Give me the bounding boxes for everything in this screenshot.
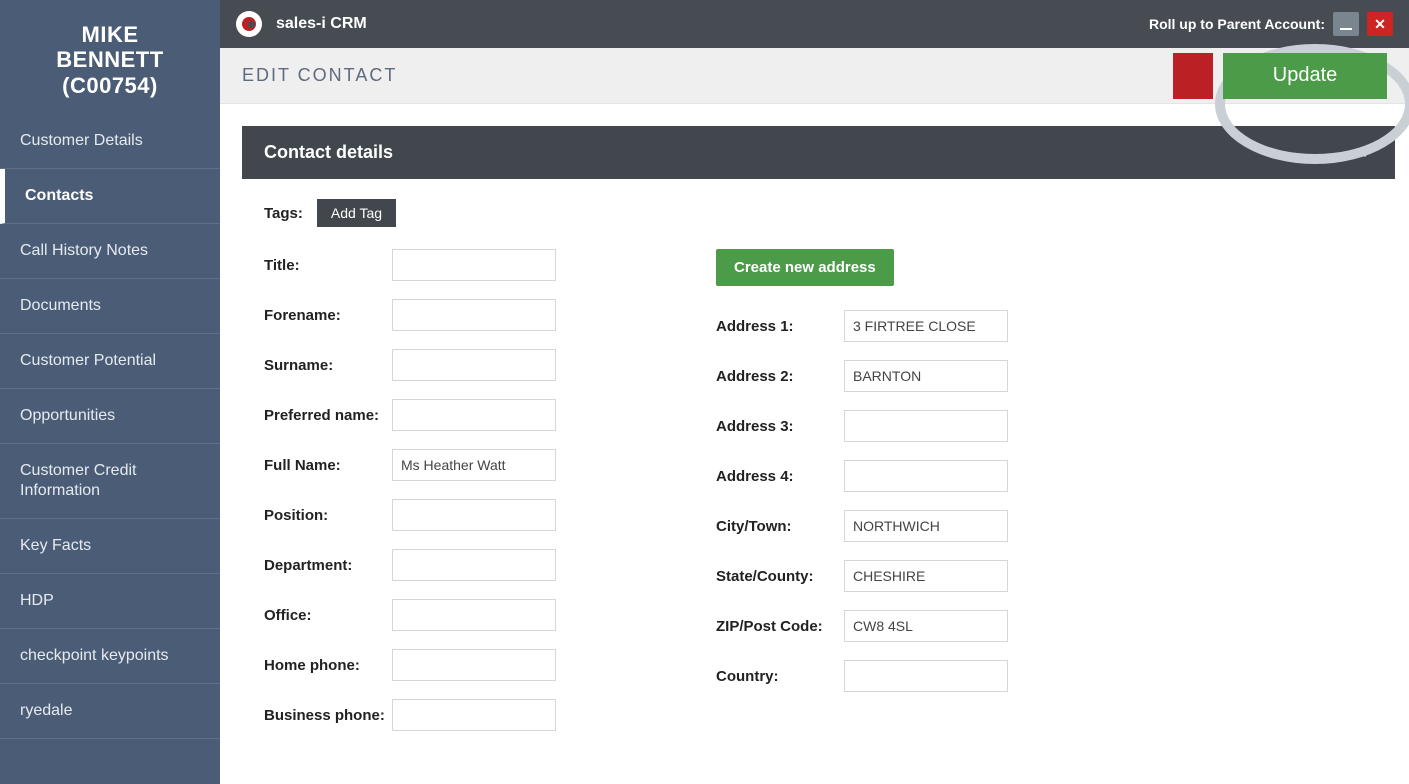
sidebar-item[interactable]: HDP <box>0 574 220 629</box>
text-input[interactable] <box>392 549 556 581</box>
sidebar: MIKE BENNETT (C00754) Customer DetailsCo… <box>0 0 220 784</box>
text-input[interactable] <box>392 699 556 731</box>
form-row: Title: <box>264 249 556 281</box>
field-label: Preferred name: <box>264 407 392 424</box>
field-label: Address 3: <box>716 418 844 435</box>
main-content: sales-i CRM Roll up to Parent Account: ✕… <box>220 0 1409 784</box>
form-row: Address 3: <box>716 410 1008 442</box>
sidebar-header: MIKE BENNETT (C00754) <box>0 0 220 108</box>
form-row: Country: <box>716 660 1008 692</box>
section-title: Contact details <box>264 142 393 163</box>
form-row: Office: <box>264 599 556 631</box>
section-header-contact-details[interactable]: Contact details <box>242 126 1395 179</box>
text-input[interactable] <box>392 599 556 631</box>
form-column-contact: Title: Forename: Surname: Preferred name: Fu… <box>264 249 556 731</box>
text-input[interactable] <box>392 399 556 431</box>
field-label: State/County: <box>716 568 844 585</box>
field-label: Office: <box>264 607 392 624</box>
text-input <box>844 510 1008 542</box>
sidebar-item[interactable]: checkpoint keypoints <box>0 629 220 684</box>
text-input[interactable] <box>392 649 556 681</box>
sidebar-item[interactable]: Customer Credit Information <box>0 444 220 519</box>
field-label: Address 1: <box>716 318 844 335</box>
sidebar-item[interactable]: Opportunities <box>0 389 220 444</box>
app-title: sales-i CRM <box>276 15 367 33</box>
field-label: City/Town: <box>716 518 844 535</box>
app-logo-icon <box>236 11 262 37</box>
panel-body: Tags: Add Tag Title: Forename: Surname: Pre… <box>242 179 1395 771</box>
sidebar-item[interactable]: Customer Potential <box>0 334 220 389</box>
form-row: Forename: <box>264 299 556 331</box>
text-input <box>844 360 1008 392</box>
create-address-button[interactable]: Create new address <box>716 249 894 286</box>
text-input <box>844 310 1008 342</box>
text-input <box>844 660 1008 692</box>
field-label: Position: <box>264 507 392 524</box>
form-row: ZIP/Post Code: <box>716 610 1008 642</box>
field-label: Surname: <box>264 357 392 374</box>
form-row: Department: <box>264 549 556 581</box>
field-label: Full Name: <box>264 457 392 474</box>
field-label: Address 4: <box>716 468 844 485</box>
form-row: Address 2: <box>716 360 1008 392</box>
sidebar-item[interactable]: Key Facts <box>0 519 220 574</box>
form-column-address: Create new address Address 1: Address 2: A… <box>716 249 1008 731</box>
form-row: Home phone: <box>264 649 556 681</box>
field-label: Home phone: <box>264 657 392 674</box>
sidebar-item[interactable]: Call History Notes <box>0 224 220 279</box>
customer-id: (C00754) <box>10 73 210 98</box>
text-input <box>844 460 1008 492</box>
form-row: Business phone: <box>264 699 556 731</box>
form-row: Address 1: <box>716 310 1008 342</box>
text-input <box>844 610 1008 642</box>
form-row: City/Town: <box>716 510 1008 542</box>
sidebar-item[interactable]: Documents <box>0 279 220 334</box>
close-button[interactable]: ✕ <box>1367 12 1393 36</box>
chevron-down-icon <box>1357 148 1373 157</box>
text-input[interactable] <box>392 299 556 331</box>
text-input[interactable] <box>392 499 556 531</box>
sidebar-nav: Customer DetailsContactsCall History Not… <box>0 108 220 759</box>
form-row: State/County: <box>716 560 1008 592</box>
update-button[interactable]: Update <box>1223 53 1387 99</box>
form-row: Preferred name: <box>264 399 556 431</box>
text-input <box>844 410 1008 442</box>
text-input <box>392 449 556 481</box>
form-row: Surname: <box>264 349 556 381</box>
form-row: Full Name: <box>264 449 556 481</box>
sidebar-item[interactable]: Contacts <box>0 169 220 224</box>
add-tag-button[interactable]: Add Tag <box>317 199 396 227</box>
form-row: Position: <box>264 499 556 531</box>
delete-button[interactable] <box>1173 53 1213 99</box>
customer-name-line1: MIKE <box>10 22 210 47</box>
form-row: Address 4: <box>716 460 1008 492</box>
tags-label: Tags: <box>264 205 303 222</box>
field-label: Forename: <box>264 307 392 324</box>
sidebar-item[interactable]: ryedale <box>0 684 220 739</box>
field-label: Department: <box>264 557 392 574</box>
text-input <box>844 560 1008 592</box>
editbar: EDIT CONTACT Update <box>220 48 1409 104</box>
rollup-label: Roll up to Parent Account: <box>1149 16 1325 32</box>
text-input[interactable] <box>392 249 556 281</box>
field-label: Country: <box>716 668 844 685</box>
text-input[interactable] <box>392 349 556 381</box>
field-label: Address 2: <box>716 368 844 385</box>
field-label: ZIP/Post Code: <box>716 618 844 635</box>
topbar: sales-i CRM Roll up to Parent Account: ✕ <box>220 0 1409 48</box>
customer-name-line2: BENNETT <box>10 47 210 72</box>
minimize-button[interactable] <box>1333 12 1359 36</box>
field-label: Business phone: <box>264 707 392 724</box>
field-label: Title: <box>264 257 392 274</box>
sidebar-item[interactable]: Customer Details <box>0 114 220 169</box>
page-title: EDIT CONTACT <box>242 65 397 86</box>
